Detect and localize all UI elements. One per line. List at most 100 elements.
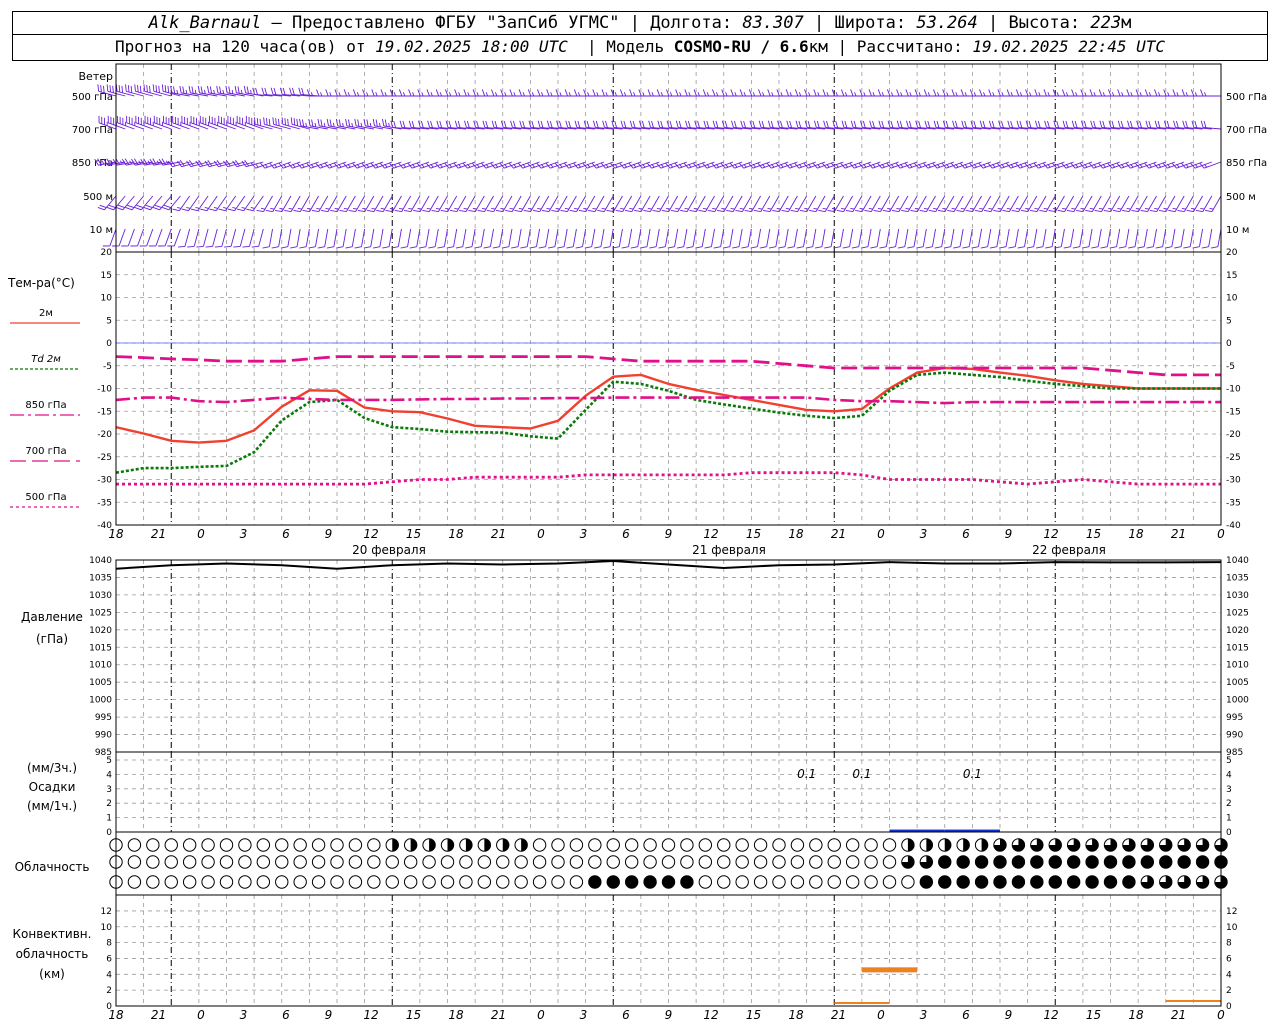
- wind-barb-flag: [835, 120, 839, 128]
- wind-barb-flag: [620, 208, 625, 210]
- cloud-symbol: [293, 838, 307, 852]
- wind-barb-flag: [398, 89, 403, 97]
- wind-barb-flag: [973, 92, 977, 97]
- wind-barb-flag: [191, 86, 194, 94]
- wind-barb-flag: [927, 120, 931, 128]
- cloud-symbol: [1159, 875, 1173, 889]
- wind-barb: [851, 228, 863, 249]
- cloud-symbol: [772, 875, 786, 889]
- wind-barb-staff: [1106, 228, 1111, 247]
- cloud-symbol: [514, 875, 528, 889]
- x-tick-label: 12: [363, 527, 378, 541]
- x-tick-label-bottom: 0: [197, 1008, 205, 1022]
- temp-ytick-left: 10: [101, 294, 113, 304]
- wind-barb: [271, 228, 283, 249]
- wind-barb-flag: [1047, 92, 1050, 97]
- cloud-symbol: [385, 875, 399, 889]
- wind-barb-flag: [733, 120, 737, 128]
- wind-barb-flag: [734, 92, 737, 97]
- x-tick-label-bottom: 18: [788, 1008, 804, 1022]
- cloud-symbol-circle: [422, 875, 436, 889]
- cloud-symbol: [827, 838, 841, 852]
- wind-barb-flag: [743, 120, 746, 128]
- wind-barb: [529, 228, 541, 249]
- cloud-symbol-circle: [864, 855, 878, 869]
- wind-barb-staff: [287, 228, 292, 247]
- wind-barb-flag: [412, 92, 415, 97]
- wind-barb-staff: [959, 228, 964, 247]
- wind-barb-flag: [632, 120, 636, 128]
- wind-barb-flag: [454, 208, 459, 210]
- wind-barb-flag: [348, 210, 356, 213]
- wind-barb-flag: [1016, 120, 1020, 128]
- wind-barb-flag: [1043, 208, 1048, 210]
- wind-barb-flag: [872, 120, 875, 128]
- cloud-symbol-circle: [532, 838, 547, 852]
- wind-barb-flag: [933, 89, 937, 97]
- wind-barb-flag: [363, 246, 371, 249]
- wind-barb-staff: [738, 228, 743, 247]
- cloud-symbol-circle: [201, 855, 215, 869]
- wind-barb-flag: [200, 208, 208, 212]
- precip-amount-label: 0.1: [963, 767, 982, 781]
- wind-barb-flag: [933, 120, 937, 128]
- wind-barb-flag: [569, 210, 577, 213]
- x-tick-label-bottom: 9: [1005, 1008, 1013, 1022]
- wind-barb-flag: [785, 208, 790, 210]
- wind-barb-flag: [335, 118, 339, 126]
- wind-barb-flag: [907, 246, 915, 249]
- wind-barb-flag: [197, 85, 201, 93]
- x-tick-label-bottom: 18: [448, 1008, 464, 1022]
- wind-barb-flag: [505, 210, 513, 213]
- cloud-symbol: [919, 855, 934, 869]
- wind-barb: [172, 195, 191, 212]
- wind-barb-flag: [602, 120, 605, 128]
- convective-bar: [834, 1002, 890, 1004]
- cloud-symbol: [1011, 875, 1026, 889]
- wind-barb-flag: [1157, 92, 1161, 97]
- wind-barb-flag: [712, 120, 716, 128]
- wind-barb-flag: [813, 208, 818, 210]
- wind-barb-flag: [372, 118, 375, 126]
- temp-ytick-right: -20: [1226, 430, 1241, 440]
- x-tick-label: 15: [406, 527, 421, 541]
- x-tick-label: 3: [580, 527, 588, 541]
- x-tick-label-bottom: 0: [877, 1008, 885, 1022]
- wind-barb-flag: [1071, 208, 1076, 210]
- cloud-symbol-circle: [532, 875, 547, 889]
- cloud-symbol: [698, 838, 713, 852]
- wind-barb-flag: [347, 92, 350, 97]
- wind-barb: [465, 228, 476, 249]
- precip-bar: [944, 829, 1000, 832]
- wind-barb-flag: [476, 120, 479, 128]
- wind-barb-flag: [379, 122, 381, 127]
- cloud-symbol-circle: [1122, 875, 1136, 889]
- x-tick-label-bottom: 21: [831, 1008, 846, 1022]
- wind-barb-flag: [614, 120, 618, 128]
- wind-barb-flag: [605, 92, 608, 97]
- wind-barb-flag: [1127, 120, 1130, 128]
- wind-barb-flag: [1118, 246, 1126, 249]
- wind-barb-flag: [881, 120, 885, 128]
- pressure-ytick-right: 1000: [1226, 696, 1249, 706]
- pressure-ytick-right: 1035: [1226, 573, 1249, 583]
- wind-barb-flag: [669, 120, 673, 128]
- wind-barb-staff: [701, 228, 706, 247]
- wind-barb-flag: [1200, 208, 1205, 210]
- wind-barb-flag: [808, 92, 811, 97]
- wind-barb-flag: [896, 120, 900, 128]
- cloud-symbol: [422, 838, 436, 852]
- wind-barb-flag: [752, 120, 756, 128]
- cloud-symbol: [938, 875, 952, 889]
- wind-barb-flag: [988, 120, 992, 128]
- wind-barb-flag: [974, 210, 982, 213]
- wind-barb-flag: [222, 89, 225, 94]
- wind-barb-flag: [943, 246, 951, 249]
- wind-barb-flag: [767, 120, 771, 128]
- wind-barb-flag: [282, 87, 286, 95]
- wind-barb-flag: [1062, 120, 1066, 128]
- wind-barb-flag: [872, 92, 875, 97]
- wind-barb-flag: [325, 208, 330, 210]
- pressure-ytick-right: 1005: [1226, 678, 1249, 688]
- x-tick-label-bottom: 9: [665, 1008, 673, 1022]
